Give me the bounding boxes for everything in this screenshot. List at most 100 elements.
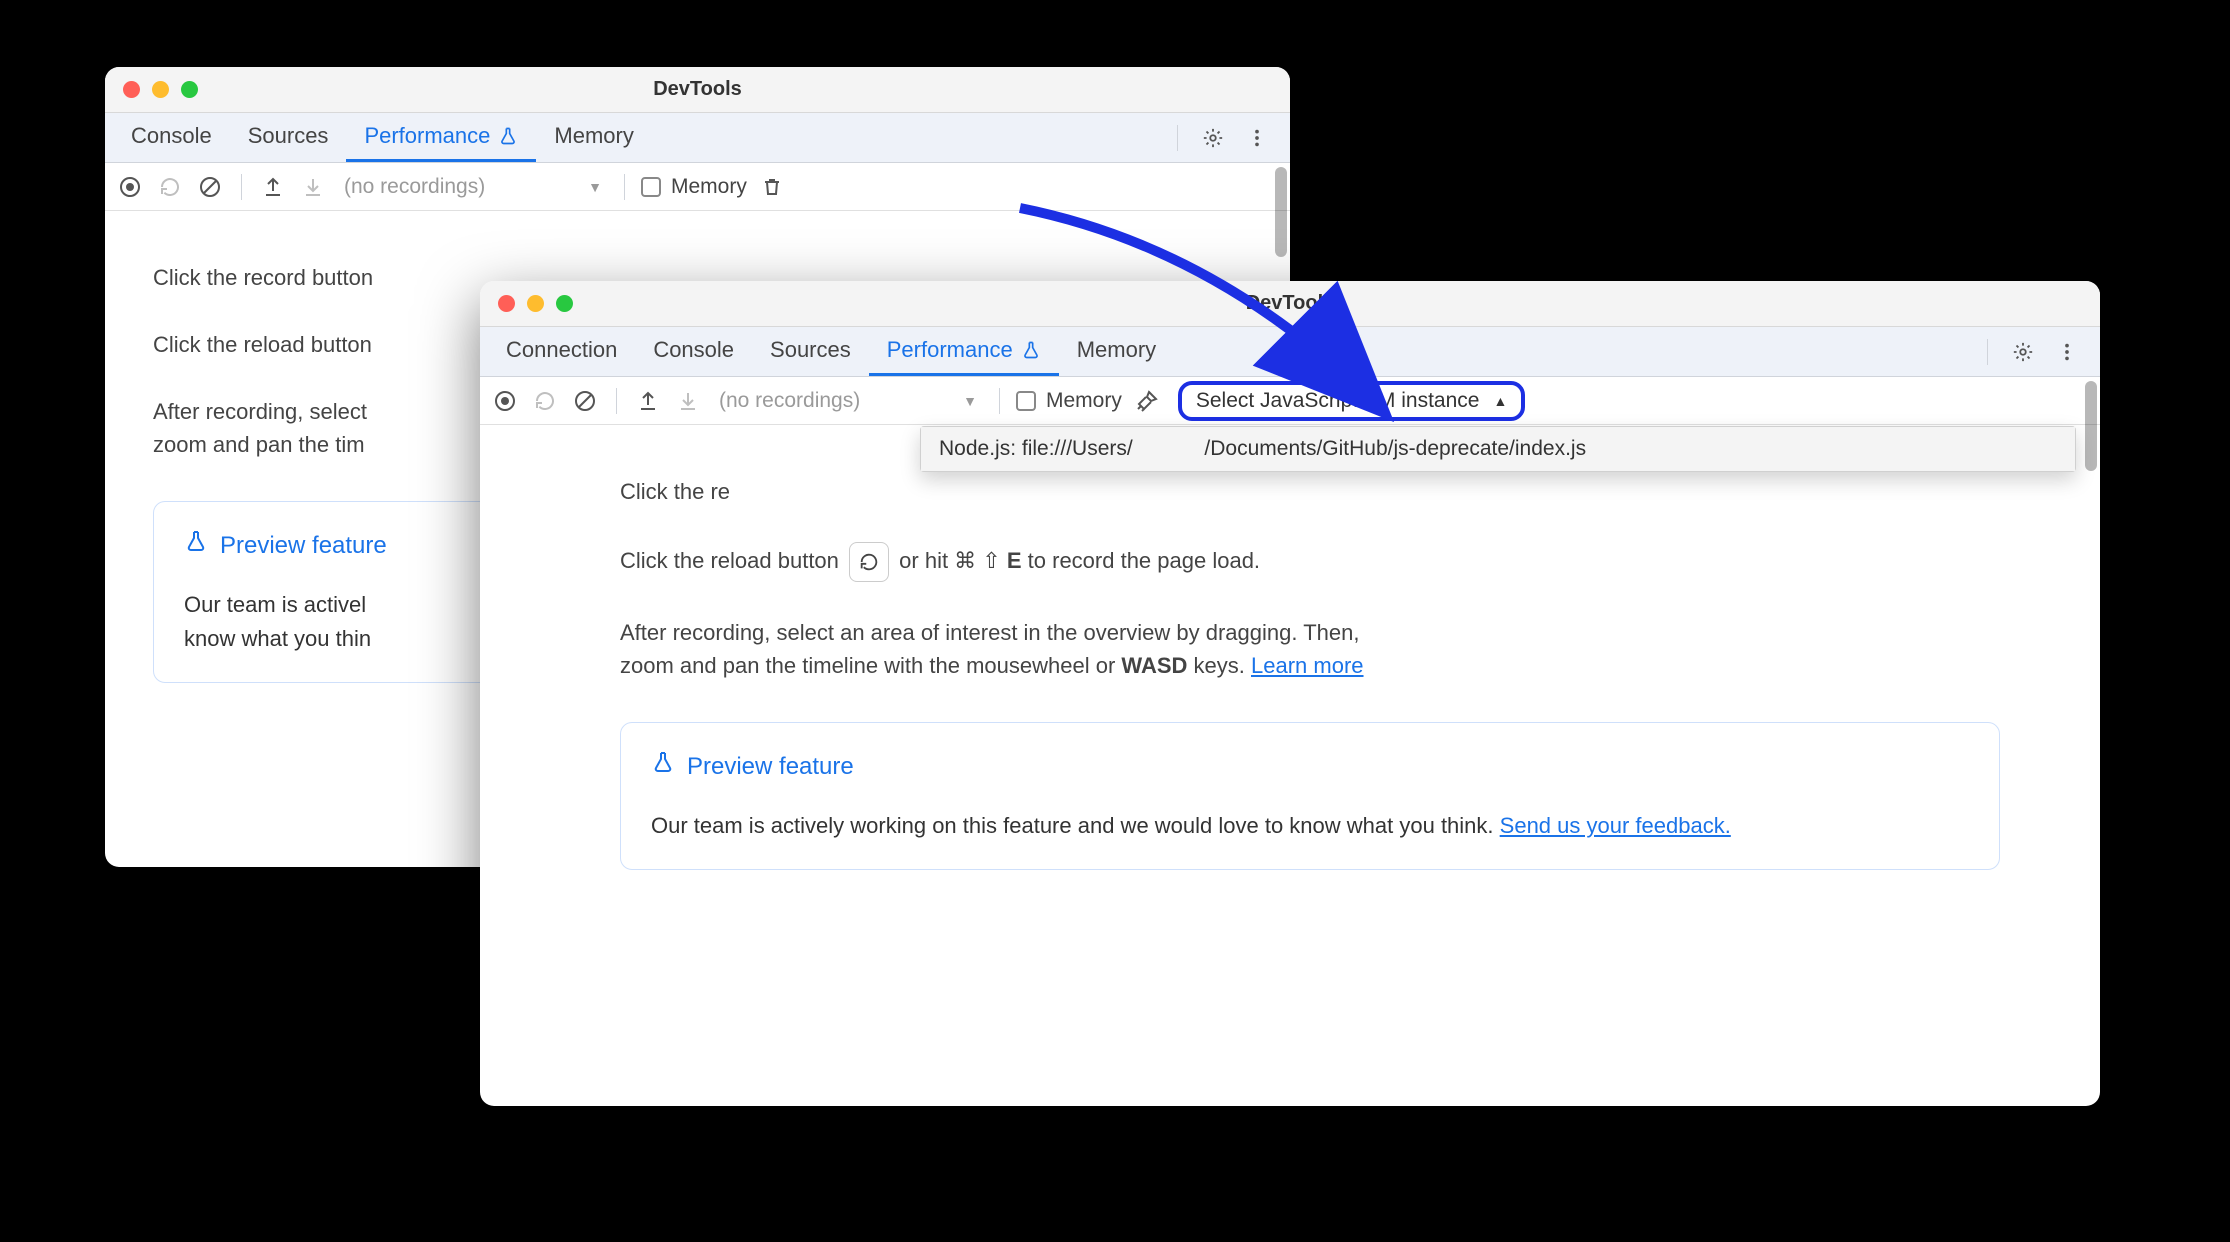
tab-label: Memory — [1077, 337, 1156, 363]
separator — [241, 174, 242, 200]
scrollbar[interactable] — [1275, 167, 1287, 257]
tab-label: Console — [131, 123, 212, 149]
tab-label: Performance — [364, 123, 490, 149]
tabbar: Connection Console Sources Performance M… — [480, 327, 2100, 377]
hint-reload-prefix: Click the reload button — [620, 548, 839, 573]
preview-feature-card: Preview feature Our team is actively wor… — [620, 722, 2000, 870]
zoom-button[interactable] — [556, 295, 573, 312]
vm-item-prefix: Node.js: file:///Users/ — [939, 437, 1133, 460]
traffic-lights — [480, 295, 573, 312]
record-button[interactable] — [490, 386, 520, 416]
tab-label: Performance — [887, 337, 1013, 363]
tab-sources[interactable]: Sources — [230, 113, 347, 162]
flask-icon — [184, 528, 208, 564]
tab-label: Connection — [506, 337, 617, 363]
reload-button[interactable] — [155, 172, 185, 202]
hint-after-a: After recording, select — [153, 399, 367, 424]
separator — [624, 174, 625, 200]
minimize-button[interactable] — [527, 295, 544, 312]
flask-icon — [1021, 340, 1041, 360]
window-title: DevTools — [480, 292, 2100, 315]
feedback-link[interactable]: Send us your feedback. — [1500, 813, 1731, 838]
memory-checkbox[interactable] — [641, 177, 661, 197]
hint-record: Click the re — [620, 479, 730, 504]
flask-icon — [498, 126, 518, 146]
vm-instance-option[interactable]: Node.js: file:///Users/ /Documents/GitHu… — [921, 427, 2075, 471]
devtools-window-front: DevTools Connection Console Sources Perf… — [480, 281, 2100, 1106]
scrollbar[interactable] — [2085, 381, 2097, 471]
reload-button[interactable] — [530, 386, 560, 416]
vm-instance-dropdown-menu: Node.js: file:///Users/ /Documents/GitHu… — [920, 426, 2076, 472]
chevron-up-icon: ▲ — [1493, 393, 1507, 409]
tab-connection[interactable]: Connection — [488, 327, 635, 376]
hint-after-b: zoom and pan the timeline with the mouse… — [620, 653, 1121, 678]
hint-reload-key: E — [1007, 548, 1022, 573]
clear-button[interactable] — [570, 386, 600, 416]
record-button[interactable] — [115, 172, 145, 202]
hint-after-b: zoom and pan the tim — [153, 432, 365, 457]
memory-checkbox[interactable] — [1016, 391, 1036, 411]
recordings-label: (no recordings) — [719, 389, 860, 413]
memory-checkbox-label: Memory — [1046, 389, 1122, 413]
hint-record: Click the record button — [153, 265, 373, 290]
more-menu-button[interactable] — [1242, 123, 1272, 153]
more-menu-button[interactable] — [2052, 337, 2082, 367]
hint-after-a: After recording, select an area of inter… — [620, 620, 1359, 645]
perf-toolbar: (no recordings) ▼ Memory Select JavaScri… — [480, 377, 2100, 425]
titlebar: DevTools — [105, 67, 1290, 113]
learn-more-link[interactable]: Learn more — [1251, 653, 1364, 678]
download-profile-button[interactable] — [673, 386, 703, 416]
recordings-dropdown[interactable]: (no recordings) ▼ — [713, 389, 983, 413]
preview-body: Our team is actively working on this fea… — [651, 813, 1500, 838]
separator — [1987, 339, 1988, 365]
vm-instance-select[interactable]: Select JavaScript VM instance ▲ — [1178, 381, 1525, 421]
hint-reload-suffix-a: or hit ⌘ ⇧ — [899, 548, 1007, 573]
tab-memory[interactable]: Memory — [1059, 327, 1174, 376]
tab-memory[interactable]: Memory — [536, 113, 651, 162]
preview-body-b: know what you thin — [184, 626, 371, 651]
close-button[interactable] — [123, 81, 140, 98]
tab-console[interactable]: Console — [635, 327, 752, 376]
clear-button[interactable] — [195, 172, 225, 202]
flask-icon — [651, 749, 675, 785]
content: Click the re Click the reload button or … — [480, 425, 2100, 920]
separator — [616, 388, 617, 414]
tab-label: Sources — [770, 337, 851, 363]
collect-garbage-button[interactable] — [1132, 386, 1162, 416]
window-title: DevTools — [105, 78, 1290, 101]
upload-profile-button[interactable] — [633, 386, 663, 416]
tab-label: Console — [653, 337, 734, 363]
separator — [999, 388, 1000, 414]
vm-instance-label: Select JavaScript VM instance — [1196, 389, 1480, 413]
separator — [1177, 125, 1178, 151]
preview-body-a: Our team is activel — [184, 592, 366, 617]
download-profile-button[interactable] — [298, 172, 328, 202]
trash-button[interactable] — [757, 172, 787, 202]
settings-button[interactable] — [2008, 337, 2038, 367]
preview-heading: Preview feature — [651, 749, 1969, 785]
zoom-button[interactable] — [181, 81, 198, 98]
traffic-lights — [105, 81, 198, 98]
close-button[interactable] — [498, 295, 515, 312]
tab-sources[interactable]: Sources — [752, 327, 869, 376]
chevron-down-icon: ▼ — [963, 393, 977, 409]
tab-console[interactable]: Console — [113, 113, 230, 162]
titlebar: DevTools — [480, 281, 2100, 327]
wasd-label: WASD — [1121, 653, 1187, 678]
tab-performance[interactable]: Performance — [346, 113, 536, 162]
perf-toolbar: (no recordings) ▼ Memory — [105, 163, 1290, 211]
chevron-down-icon: ▼ — [588, 179, 602, 195]
minimize-button[interactable] — [152, 81, 169, 98]
inline-reload-key — [849, 542, 889, 582]
settings-button[interactable] — [1198, 123, 1228, 153]
hint-after-c: keys. — [1194, 653, 1251, 678]
memory-checkbox-label: Memory — [671, 175, 747, 199]
vm-item-suffix: /Documents/GitHub/js-deprecate/index.js — [1204, 437, 1586, 460]
recordings-dropdown[interactable]: (no recordings) ▼ — [338, 175, 608, 199]
tab-label: Sources — [248, 123, 329, 149]
tab-performance[interactable]: Performance — [869, 327, 1059, 376]
recordings-label: (no recordings) — [344, 175, 485, 199]
hint-reload-suffix-b: to record the page load. — [1028, 548, 1260, 573]
preview-title: Preview feature — [220, 528, 387, 564]
upload-profile-button[interactable] — [258, 172, 288, 202]
